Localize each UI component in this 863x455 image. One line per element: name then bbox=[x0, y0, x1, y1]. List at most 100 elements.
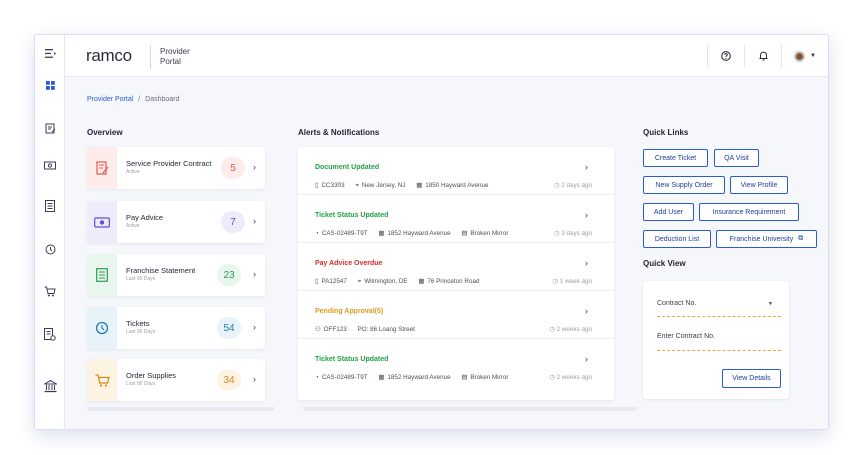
card-label: Tickets bbox=[126, 319, 150, 328]
alert-meta-id: CAS-02489-T9T bbox=[321, 230, 368, 237]
franchise-university-link[interactable]: Franchise University ⧉ bbox=[716, 230, 817, 248]
alert-item[interactable]: Ticket Status Updated › ◔ CAS-02489-T9T ▦… bbox=[298, 195, 614, 243]
qa-visit-button[interactable]: QA Visit bbox=[714, 149, 759, 167]
document-settings-icon[interactable] bbox=[35, 324, 65, 344]
alert-meta-issue: Broken Mirror bbox=[470, 374, 509, 381]
overview-title: Overview bbox=[87, 128, 123, 137]
deduction-list-button[interactable]: Deduction List bbox=[643, 230, 711, 248]
alerts-title: Alerts & Notifications bbox=[298, 128, 380, 137]
bank-icon[interactable] bbox=[35, 376, 65, 396]
statement-icon[interactable] bbox=[35, 196, 65, 216]
chevron-right-icon: › bbox=[585, 354, 588, 364]
alert-time-text: 3 days ago bbox=[561, 230, 592, 237]
card-count-badge: 23 bbox=[217, 264, 241, 286]
alert-time: ◷ 2 days ago bbox=[553, 182, 592, 189]
quick-view-panel: Contract No. ▼ Enter Contract No. View D… bbox=[643, 281, 789, 399]
alert-item[interactable]: Document Updated › ▯ CC3303 ⌖ New Jersey, … bbox=[298, 147, 614, 195]
alert-meta-id: CAS-02489-T9T bbox=[321, 374, 368, 381]
grid-icon: ▤ bbox=[461, 230, 468, 237]
header-actions: ▼ bbox=[707, 35, 828, 77]
new-supply-order-button[interactable]: New Supply Order bbox=[643, 176, 725, 194]
notifications-button[interactable] bbox=[745, 35, 781, 77]
add-user-button[interactable]: Add User bbox=[643, 203, 694, 221]
card-label: Franchise Statement bbox=[126, 266, 196, 275]
chevron-right-icon: › bbox=[585, 306, 588, 316]
card-sublabel: Active bbox=[126, 223, 140, 229]
contract-icon bbox=[87, 147, 117, 189]
card-sublabel: Last 90 Days bbox=[126, 381, 156, 387]
alert-time: ◷ 2 weeks ago bbox=[549, 374, 592, 381]
chevron-down-icon: ▼ bbox=[810, 53, 816, 59]
card-count-badge: 34 bbox=[217, 369, 241, 391]
alert-meta-address: 76 Princeton Road bbox=[427, 278, 480, 285]
menu-collapse-icon[interactable] bbox=[35, 43, 65, 63]
breadcrumb-root-link[interactable]: Provider Portal bbox=[87, 96, 133, 103]
view-details-button[interactable]: View Details bbox=[722, 369, 781, 388]
sidebar bbox=[35, 35, 65, 429]
tickets-icon bbox=[87, 307, 117, 349]
alerts-scroll-edge bbox=[303, 407, 637, 411]
card-count-badge: 54 bbox=[217, 317, 241, 339]
statement-icon bbox=[87, 254, 117, 296]
overview-card-pay-advice[interactable]: Pay Advice Active 7 › bbox=[87, 201, 265, 243]
location-pin-icon: ⌖ bbox=[355, 182, 359, 189]
bell-icon bbox=[759, 51, 767, 61]
alert-time-text: 2 weeks ago bbox=[556, 374, 592, 381]
cart-icon[interactable] bbox=[35, 281, 65, 301]
logo-divider bbox=[150, 45, 151, 69]
card-label: Service Provider Contract bbox=[126, 159, 212, 168]
card-label: Pay Advice bbox=[126, 213, 164, 222]
pay-advice-icon bbox=[87, 201, 117, 243]
help-circle-icon bbox=[721, 51, 731, 61]
contract-no-select[interactable]: Contract No. ▼ bbox=[657, 295, 781, 317]
alert-time: ◷ 3 days ago bbox=[553, 230, 592, 237]
overview-card-contract[interactable]: Service Provider Contract Active 5 › bbox=[87, 147, 265, 189]
create-ticket-button[interactable]: Create Ticket bbox=[643, 149, 708, 167]
contract-no-input[interactable]: Enter Contract No. bbox=[657, 329, 781, 351]
alert-meta-address: 1852 Hayward Avenue bbox=[387, 230, 451, 237]
ramco-logo[interactable]: ramco bbox=[86, 46, 132, 66]
alert-meta-issue: Broken Mirror bbox=[470, 230, 509, 237]
user-menu[interactable]: ▼ bbox=[782, 35, 828, 77]
dashboard-icon[interactable] bbox=[35, 75, 65, 95]
alert-meta-location: Wilmington, DE bbox=[364, 278, 408, 285]
tickets-icon[interactable] bbox=[35, 239, 65, 259]
insurance-requirement-button[interactable]: Insurance Requirement bbox=[699, 203, 799, 221]
users-icon: ⚇ bbox=[315, 326, 321, 333]
chevron-right-icon: › bbox=[253, 216, 256, 226]
help-button[interactable] bbox=[708, 35, 744, 77]
pay-advice-icon[interactable] bbox=[35, 155, 65, 175]
alerts-panel: Document Updated › ▯ CC3303 ⌖ New Jersey, … bbox=[298, 147, 614, 400]
alert-title: Ticket Status Updated bbox=[315, 212, 389, 219]
card-sublabel: Last 90 Days bbox=[126, 329, 156, 335]
building-icon: ▦ bbox=[378, 230, 385, 237]
chevron-down-icon: ▼ bbox=[768, 301, 773, 307]
top-header: ramco Provider Portal ▼ bbox=[65, 35, 828, 77]
overview-card-tickets[interactable]: Tickets Last 90 Days 54 › bbox=[87, 307, 265, 349]
card-count-badge: 5 bbox=[221, 157, 245, 179]
alert-meta-id: PA12547 bbox=[321, 278, 347, 285]
portal-name-line2: Portal bbox=[160, 57, 181, 66]
alert-time-text: 2 days ago bbox=[561, 182, 592, 189]
alert-title: Pay Advice Overdue bbox=[315, 260, 383, 267]
overview-card-order-supplies[interactable]: Order Supplies Last 90 Days 34 › bbox=[87, 359, 265, 401]
overview-scroll-edge bbox=[87, 407, 275, 411]
chevron-right-icon: › bbox=[585, 162, 588, 172]
alert-meta: ◔ CAS-02489-T9T ▦ 1852 Hayward Avenue ▤ Bro… bbox=[315, 230, 517, 237]
alert-time: ◷ 1 week ago bbox=[552, 278, 592, 285]
alert-title: Pending Approval(5) bbox=[315, 308, 384, 315]
contract-no-select-label: Contract No. bbox=[657, 300, 697, 307]
view-profile-button[interactable]: View Profile bbox=[730, 176, 788, 194]
overview-card-franchise-statement[interactable]: Franchise Statement Last 90 Days 23 › bbox=[87, 254, 265, 296]
chevron-right-icon: › bbox=[585, 258, 588, 268]
contract-icon[interactable] bbox=[35, 118, 65, 138]
alert-item[interactable]: Ticket Status Updated › ◔ CAS-02489-T9T ▦… bbox=[298, 339, 614, 387]
ticket-icon: ◔ bbox=[315, 374, 319, 381]
alert-item[interactable]: Pay Advice Overdue › ▯ PA12547 ⌖ Wilmingto… bbox=[298, 243, 614, 291]
alert-item[interactable]: Pending Approval(5) › ⚇ OFF123 PO: 86 Loa… bbox=[298, 291, 614, 339]
quick-links-title: Quick Links bbox=[643, 128, 689, 137]
external-link-icon: ⧉ bbox=[798, 235, 804, 242]
card-count-badge: 7 bbox=[221, 211, 245, 233]
card-sublabel: Last 90 Days bbox=[126, 276, 156, 282]
alert-meta-address: PO: 86 Loang Street bbox=[357, 326, 415, 333]
